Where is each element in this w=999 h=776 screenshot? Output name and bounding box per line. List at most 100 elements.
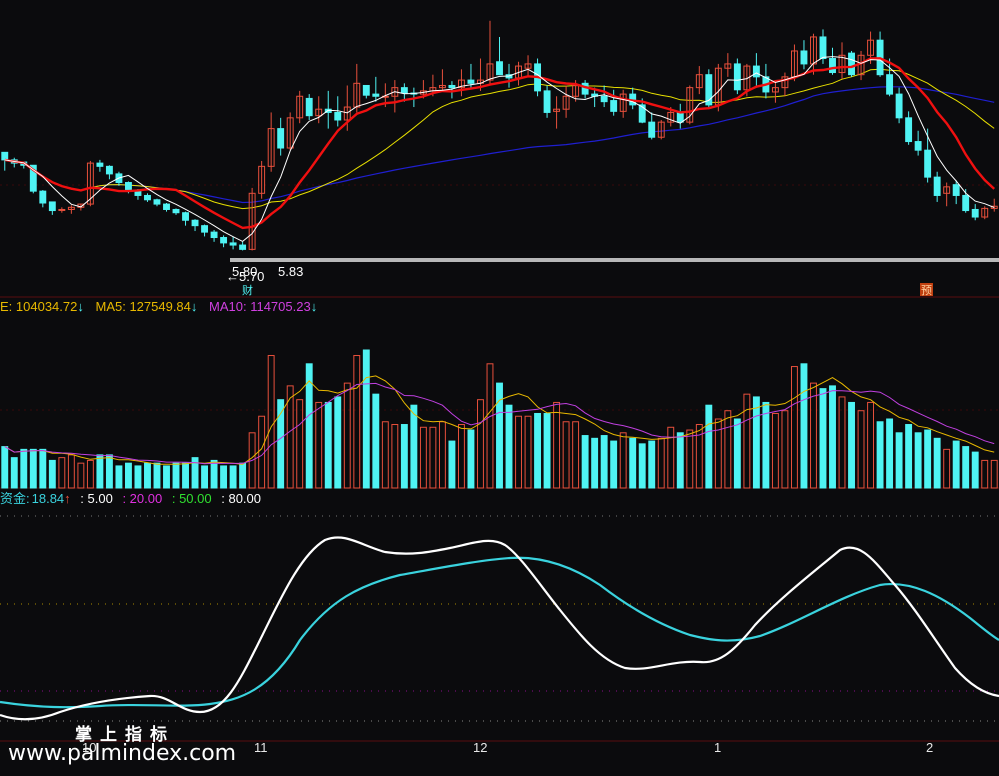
volume-bar (800, 363, 808, 489)
volume-bar (857, 410, 865, 489)
candle-body (210, 231, 218, 239)
volume-bar (638, 443, 646, 489)
volume-bar (743, 393, 751, 489)
ma-mid-path (4, 57, 996, 230)
volume-bar (505, 404, 513, 489)
volume-bar (572, 421, 580, 489)
volume-bar (971, 451, 979, 489)
volume-bar (163, 465, 170, 489)
volume-bar (410, 404, 418, 489)
volume-bar (29, 448, 37, 489)
forecast-tag: 预 (921, 284, 932, 297)
candle-body (886, 74, 894, 95)
volume-bar (524, 415, 532, 489)
candle-body (400, 87, 408, 94)
candle-body (334, 111, 342, 121)
candle-body (220, 237, 228, 244)
volume-bar (648, 440, 656, 489)
candle-body (96, 162, 104, 167)
candle-body (153, 199, 161, 205)
volume-bar (115, 465, 123, 489)
volume-bar (752, 396, 760, 489)
volume-bar (182, 462, 189, 489)
candle-body (848, 52, 855, 76)
volume-bar (867, 401, 875, 489)
candle-body (600, 95, 608, 103)
price-low-bar (230, 258, 999, 262)
candle-body (962, 194, 970, 212)
oscillator-header: 资金: 18.84↑ : 5.00 : 20.00 : 50.00 : 80.00 (0, 491, 261, 506)
volume-bar (457, 424, 465, 489)
volume-bar (220, 465, 228, 489)
volume-bar (829, 385, 836, 489)
volume-bar (296, 399, 304, 489)
volume-bar (952, 440, 960, 489)
volume-bar (962, 446, 970, 489)
candle-body (905, 117, 913, 143)
candle-body (201, 225, 209, 233)
volume-bar (77, 462, 85, 489)
volume-bar (124, 462, 132, 489)
volume-bar (477, 399, 484, 489)
volume-bar (657, 437, 665, 489)
volume-bar (105, 454, 113, 489)
candle-body (467, 79, 475, 84)
candle-body (163, 203, 170, 210)
volume-bar (610, 440, 618, 489)
volume-bar (419, 426, 427, 489)
volume-bar (790, 366, 798, 489)
oscillator-cyan-line (0, 556, 999, 709)
volume-bar (848, 401, 855, 489)
candle-body (610, 100, 618, 112)
x-tick-label: 11 (254, 740, 268, 755)
volume-bar (239, 462, 247, 489)
ma-fast-path (4, 56, 995, 242)
candle-body (134, 190, 142, 196)
volume-bar (724, 410, 732, 489)
volume-bar (353, 355, 361, 489)
candle-body (144, 194, 151, 201)
candle-body (305, 97, 313, 117)
candle-body (58, 208, 66, 211)
volume-bar (172, 462, 180, 489)
candle-body (48, 201, 56, 212)
candle-body (1, 151, 9, 161)
volume-bar (400, 424, 408, 489)
candle-body (172, 208, 180, 214)
volume-bar (676, 432, 684, 489)
volume-bar (467, 429, 475, 489)
volume-bar (733, 418, 741, 489)
volume-bar (553, 401, 561, 489)
candle-body (895, 93, 903, 119)
volume-bar (924, 429, 932, 489)
candle-body (448, 84, 456, 89)
volume-bar (562, 421, 570, 489)
volume-bar (429, 426, 437, 489)
x-tick-label: 1 (714, 740, 721, 755)
volume-bar (486, 363, 494, 489)
candle-body (229, 242, 237, 246)
volume-bar (943, 448, 951, 489)
volume-bar (144, 462, 151, 489)
candlesticks (1, 20, 998, 251)
volume-bar (905, 424, 913, 489)
volume-bar (591, 437, 599, 489)
volume-bar (67, 454, 75, 489)
volume-bar (771, 412, 779, 489)
volume-bar (581, 435, 589, 489)
volume-header: E: 104034.72↓ MA5: 127549.84↓ MA10: 1147… (0, 299, 317, 314)
candle-body (362, 84, 370, 96)
volume-bar (876, 421, 884, 489)
volume-bar (515, 415, 522, 489)
volume-bar (267, 355, 275, 489)
volume-bar (619, 432, 627, 489)
volume-bar (895, 432, 903, 489)
candle-body (971, 208, 979, 218)
candle-body (648, 121, 656, 138)
volume-bars (1, 349, 998, 489)
candle-body (182, 212, 189, 221)
low-price-label-2: 5.83 (278, 264, 303, 279)
volume-bar (391, 424, 399, 489)
volume-bar (629, 437, 637, 489)
candle-body (819, 36, 827, 60)
